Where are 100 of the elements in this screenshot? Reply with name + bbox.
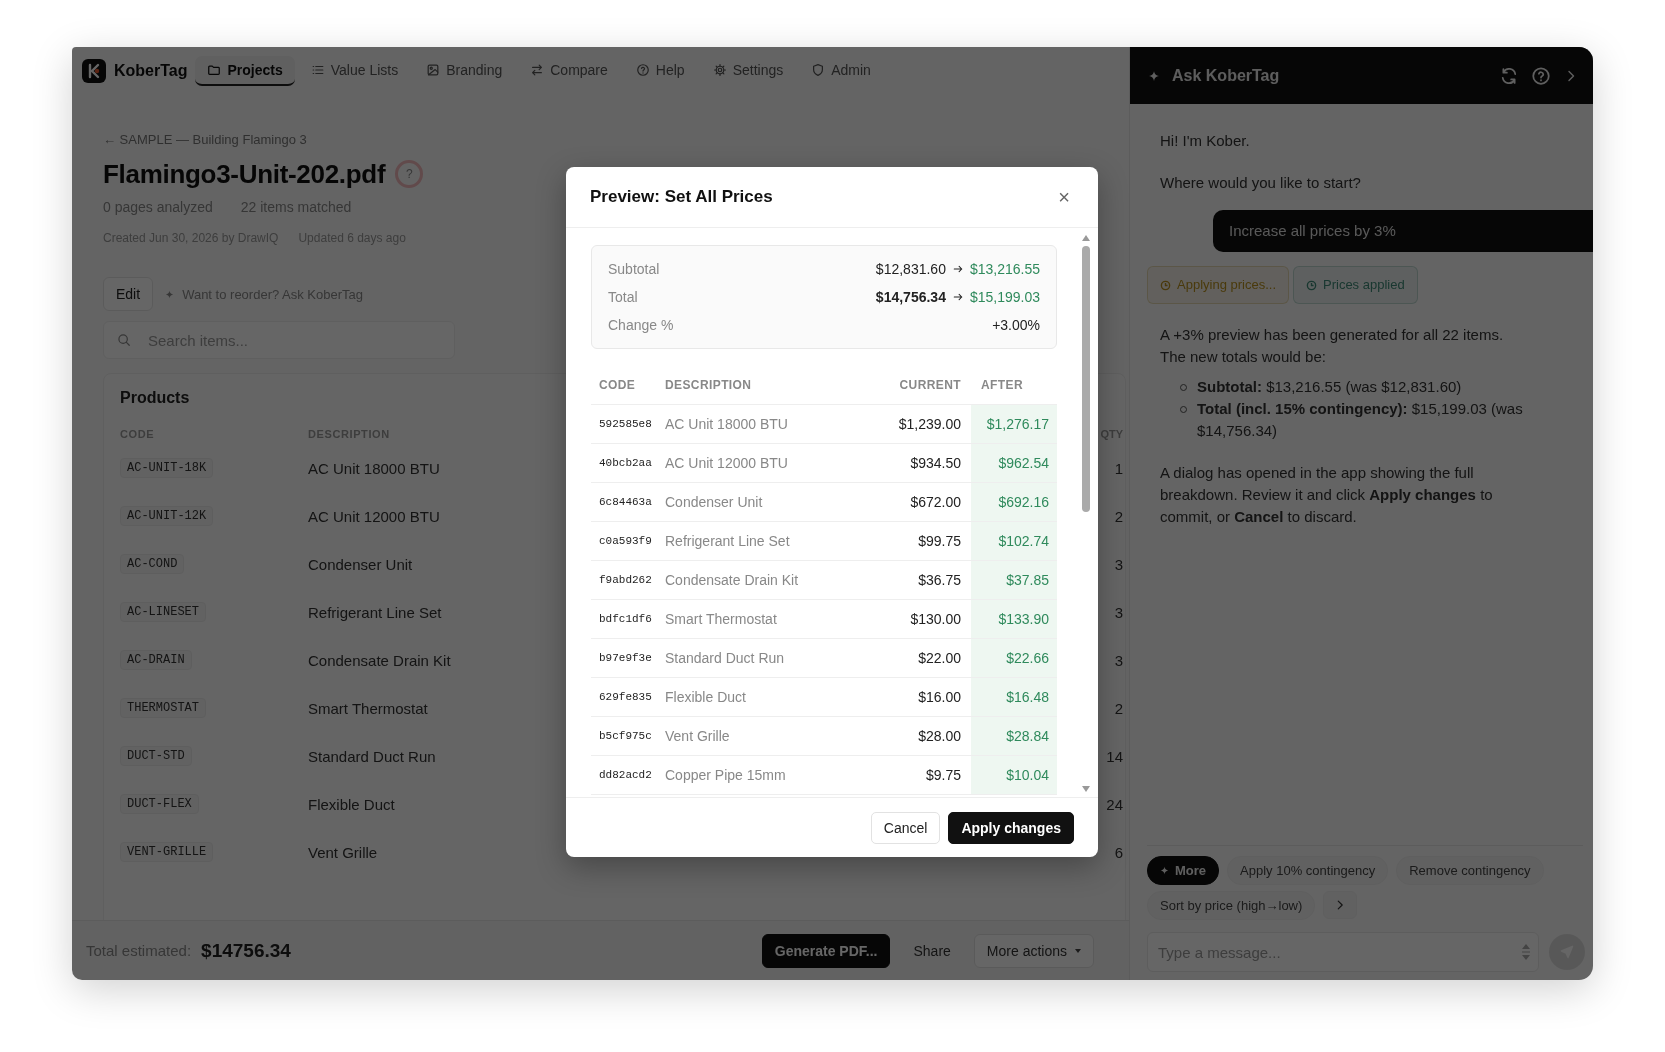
table-cell-text: Condenser Unit	[665, 494, 764, 510]
table-cell-text: c0a593f9	[598, 535, 653, 547]
table-cell-text: Condensate Drain Kit	[665, 572, 800, 588]
close-button[interactable]: ×	[1054, 185, 1074, 209]
table-cell: Smart Thermostat	[308, 699, 428, 717]
next-button[interactable]	[1323, 891, 1358, 919]
nav-tab[interactable]: Projects	[195, 56, 295, 86]
code-tag: THERMOSTAT	[120, 698, 206, 718]
table-cell-text: Copper Pipe 15mm	[665, 767, 787, 783]
table-cell: 3	[1114, 603, 1123, 621]
table-cell: Refrigerant Line Set	[308, 603, 442, 621]
code-tag: DUCT-STD	[120, 746, 192, 766]
table-cell-text: $130.00	[909, 611, 962, 627]
code-tag: AC-UNIT-12K	[120, 506, 214, 526]
suggestion-chip[interactable]: Remove contingency	[1396, 856, 1544, 885]
caret-icon	[1075, 948, 1081, 953]
table-cell: 3	[1114, 651, 1123, 669]
more-button[interactable]: More	[1147, 856, 1220, 885]
search-icon	[117, 333, 131, 347]
table-cell-text: bdfc1df6	[598, 613, 653, 625]
sparkle-icon	[165, 289, 175, 299]
table-cell-text: $934.50	[909, 455, 962, 471]
column-header: DESCRIPTION	[665, 377, 753, 392]
chat-title: Ask KoberTag	[1172, 66, 1280, 85]
dialog-title: Preview: Set All Prices	[590, 187, 773, 207]
summary-value: $14,756.34	[875, 289, 946, 305]
table-cell: AC Unit 12000 BTU	[308, 507, 440, 525]
table-cell-text: dd82acd2	[598, 769, 653, 781]
nav-tab[interactable]: Compare	[518, 56, 620, 86]
settings-icon	[712, 63, 727, 77]
table-cell: $10.04	[971, 756, 1057, 794]
table-cell-text: $22.00	[917, 650, 962, 666]
column-header: AFTER	[980, 377, 1024, 392]
generate-button[interactable]: Generate PDF...	[761, 933, 891, 968]
table-cell-text: f9abd262	[598, 574, 653, 586]
table-cell-text: Standard Duct Run	[665, 650, 786, 666]
apply-button[interactable]: Apply changes	[948, 811, 1074, 844]
swap-icon	[530, 63, 545, 77]
table-cell: $22.66	[971, 639, 1057, 677]
arrow-right-icon	[951, 263, 964, 275]
table-cell: 2	[1114, 699, 1123, 717]
nav-tab[interactable]: Value Lists	[298, 56, 411, 86]
table-cell: AC Unit 18000 BTU	[308, 459, 440, 477]
table-cell-text: 592585e8	[598, 418, 653, 430]
nav-tab[interactable]: Branding	[414, 56, 515, 86]
help-badge[interactable]: ?	[395, 160, 424, 188]
table-cell: $962.54	[971, 444, 1057, 482]
code-tag: DUCT-FLEX	[120, 794, 199, 814]
table-cell: 1	[1114, 459, 1123, 477]
table-cell-text: b97e9f3e	[598, 652, 653, 664]
table-cell: $692.16	[971, 483, 1057, 521]
summary-label: Total	[608, 289, 638, 305]
assistant-message: A +3% preview has been generated for all 22 items. The new totals would be:	[1160, 325, 1505, 367]
code-tag: AC-LINESET	[120, 602, 206, 622]
sparkle-icon	[1160, 866, 1169, 875]
table-cell-text: AC Unit 12000 BTU	[665, 455, 789, 471]
table-cell: 14	[1106, 747, 1123, 765]
summary-value: $15,199.03	[969, 289, 1040, 305]
total-value: $14756.34	[201, 939, 291, 962]
table-cell: Condenser Unit	[308, 555, 413, 573]
assistant-message: Where would you like to start?	[1160, 173, 1362, 193]
code-tag: AC-COND	[120, 554, 185, 574]
clock-icon	[1306, 279, 1317, 291]
table-cell: $133.90	[971, 600, 1057, 638]
table-cell-text: $672.00	[909, 494, 962, 510]
document-title: Flamingo3-Unit-202.pdf	[103, 158, 386, 191]
table-cell: $16.48	[971, 678, 1057, 716]
image-icon	[426, 63, 441, 77]
help-icon	[635, 63, 650, 77]
table-cell-text: $9.75	[924, 767, 962, 783]
summary-value: +3.00%	[992, 317, 1040, 333]
section-title: Products	[120, 388, 190, 408]
table-cell: 3	[1114, 555, 1123, 573]
suggestion-chip[interactable]: Sort by price (high→low)	[1147, 891, 1316, 920]
user-message: Increase all prices by 3%	[1213, 210, 1593, 252]
folder-icon	[207, 63, 222, 77]
more-actions-button[interactable]: More actions	[973, 933, 1094, 968]
spinner-icon[interactable]	[1521, 943, 1531, 961]
cancel-button[interactable]: Cancel	[870, 811, 941, 844]
table-cell: $1,276.17	[971, 405, 1057, 443]
column-header: CODE	[598, 377, 637, 392]
summary-label: Change %	[608, 317, 674, 333]
nav-tab[interactable]: Admin	[799, 56, 883, 86]
table-cell-text: 629fe835	[598, 691, 653, 703]
nav-tab[interactable]: Settings	[700, 56, 796, 86]
table-cell-text: $16.00	[917, 689, 962, 705]
share-button[interactable]: Share	[900, 933, 964, 968]
refresh-icon[interactable]	[1499, 65, 1519, 86]
table-cell-text: Flexible Duct	[665, 689, 747, 705]
summary-label: Subtotal	[608, 261, 660, 277]
table-cell-text: Smart Thermostat	[665, 611, 778, 627]
table-cell: 24	[1106, 795, 1123, 813]
table-cell-text: 40bcb2aa	[598, 457, 653, 469]
code-tag: VENT-GRILLE	[120, 842, 214, 862]
table-cell: Flexible Duct	[308, 795, 395, 813]
suggestion-chip[interactable]: Apply 10% contingency	[1227, 856, 1389, 885]
nav-tab[interactable]: Help	[623, 56, 697, 86]
help-icon[interactable]	[1531, 65, 1551, 86]
edit-button[interactable]: Edit	[103, 277, 154, 311]
table-cell: Vent Grille	[308, 843, 378, 861]
